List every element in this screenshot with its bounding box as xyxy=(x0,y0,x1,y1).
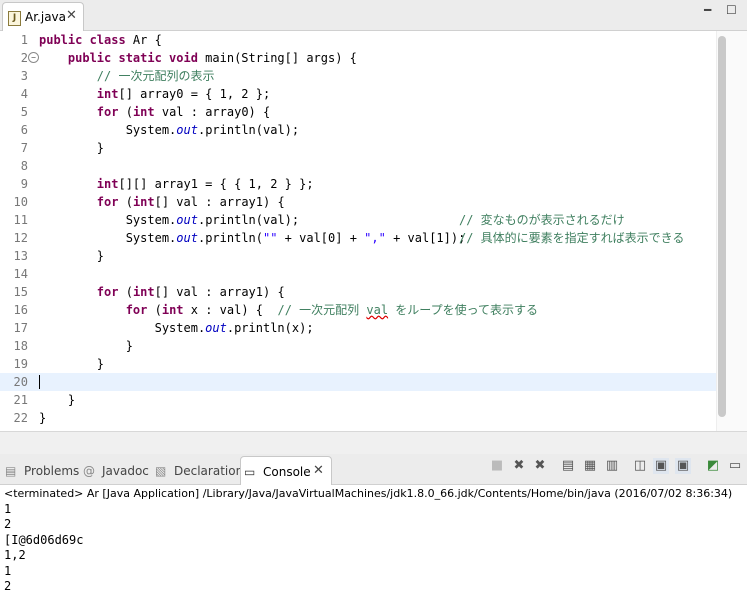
code-line: 16 for (int x : val) { // 一次元配列 val をループ… xyxy=(13,303,538,317)
close-icon[interactable]: ✕ xyxy=(66,8,77,23)
problems-icon: ▤ xyxy=(5,464,17,478)
terminate-icon[interactable]: ■ xyxy=(489,458,505,474)
show-on-stderr-icon[interactable]: ▣ xyxy=(675,458,691,474)
code-line: 5 for (int val : array0) { xyxy=(20,105,271,119)
editor-tab-label: Ar.java xyxy=(25,10,66,24)
tab-console[interactable]: ▭ Console ✕ xyxy=(240,456,332,485)
code-line: 4 int[] array0 = { 1, 2 }; xyxy=(20,87,271,101)
display-console-icon[interactable]: ▭ xyxy=(727,458,743,474)
fold-toggle-icon[interactable]: − xyxy=(28,52,39,63)
code-line: 19 } xyxy=(13,357,105,371)
tab-javadoc[interactable]: @ Javadoc xyxy=(80,456,150,484)
tab-declaration[interactable]: ▧ Declaration xyxy=(152,456,243,484)
java-file-icon: J xyxy=(8,11,21,26)
code-line: 9 int[][] array1 = { { 1, 2 } }; xyxy=(20,177,314,191)
code-line: 14 xyxy=(13,267,28,281)
javadoc-icon: @ xyxy=(83,464,95,478)
code-line: 12 System.out.println("" + val[0] + "," … xyxy=(13,231,685,245)
clear-console-icon[interactable]: ▤ xyxy=(560,458,576,474)
minimize-icon[interactable]: ━ xyxy=(704,4,716,16)
declaration-icon: ▧ xyxy=(155,464,167,478)
code-line: 10 for (int[] val : array1) { xyxy=(13,195,285,209)
show-on-stdout-icon[interactable]: ▣ xyxy=(653,458,669,474)
console-line: 1 xyxy=(4,502,12,516)
tab-problems[interactable]: ▤ Problems xyxy=(2,456,79,484)
word-wrap-icon[interactable]: ▥ xyxy=(604,458,620,474)
code-line: 6 System.out.println(val); xyxy=(20,123,300,137)
code-line: 8 xyxy=(20,159,28,173)
editor-scrollbar[interactable] xyxy=(718,36,726,417)
pin-console-icon[interactable]: ◫ xyxy=(632,458,648,474)
code-editor[interactable]: 1 public class Ar { 2− public static void… xyxy=(0,31,747,432)
remove-launch-icon[interactable]: ✖ xyxy=(511,458,527,474)
open-console-icon[interactable]: ◩ xyxy=(705,458,721,474)
code-line: 3 // 一次元配列の表示 xyxy=(20,69,215,83)
editor-tab-bar: J Ar.java ✕ ━ ☐ xyxy=(0,0,747,31)
console-icon: ▭ xyxy=(244,465,256,479)
console-status: <terminated> Ar [Java Application] /Libr… xyxy=(4,487,733,500)
console-line: [I@6d06d69c xyxy=(4,533,84,547)
code-line: 2− public static void main(String[] args… xyxy=(20,51,357,65)
editor-tab-ar-java[interactable]: J Ar.java ✕ xyxy=(2,2,84,31)
code-line: 1 public class Ar { xyxy=(20,33,162,47)
code-line: 7 } xyxy=(20,141,105,155)
code-line: 13 } xyxy=(13,249,105,263)
text-caret xyxy=(39,375,40,389)
scroll-lock-icon[interactable]: ▦ xyxy=(582,458,598,474)
code-line: 21 } xyxy=(13,393,76,407)
console-output[interactable]: <terminated> Ar [Java Application] /Libr… xyxy=(0,485,747,609)
code-line: 11 System.out.println(val);// 変なものが表示される… xyxy=(13,213,625,227)
console-line: 1 xyxy=(4,564,12,578)
code-line: 18 } xyxy=(13,339,133,353)
console-line: 2 xyxy=(4,579,12,593)
code-line: 17 System.out.println(x); xyxy=(13,321,314,335)
code-line: 15 for (int[] val : array1) { xyxy=(13,285,285,299)
code-line-current: 20 xyxy=(0,373,716,391)
panel-separator[interactable] xyxy=(0,432,747,454)
code-line: 22} xyxy=(13,411,47,425)
close-icon[interactable]: ✕ xyxy=(313,463,324,478)
console-line: 2 xyxy=(4,517,12,531)
maximize-icon[interactable]: ☐ xyxy=(726,4,738,16)
remove-all-launches-icon[interactable]: ✖ xyxy=(532,458,548,474)
console-line: 1,2 xyxy=(4,548,26,562)
